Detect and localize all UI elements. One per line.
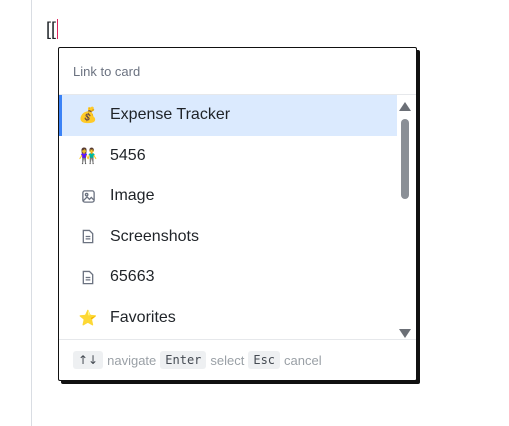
- list-item-5456[interactable]: 👫 5456: [59, 136, 397, 177]
- list-item-image[interactable]: Image: [59, 176, 397, 217]
- list-item-label: 5456: [110, 146, 146, 164]
- document-icon: [79, 228, 97, 246]
- link-to-card-popup: Link to card 💰 Expense Tracker 👫 5456 Im…: [58, 47, 417, 381]
- list-item-65663[interactable]: 65663: [59, 257, 397, 298]
- cancel-label: cancel: [284, 352, 322, 368]
- enter-key-hint: Enter: [160, 351, 207, 369]
- list-item-label: Image: [110, 187, 155, 205]
- star-icon: ⭐: [78, 309, 98, 327]
- people-icon: 👫: [78, 147, 98, 165]
- list-item-label: Expense Tracker: [110, 106, 231, 124]
- navigate-key-hint: ↑↓: [73, 351, 104, 369]
- popup-header: Link to card: [59, 48, 416, 95]
- document-icon: [79, 268, 97, 286]
- image-icon: [79, 187, 97, 205]
- card-list[interactable]: 💰 Expense Tracker 👫 5456 Image Screensho…: [59, 95, 397, 341]
- list-item-expense-tracker[interactable]: 💰 Expense Tracker: [59, 95, 397, 136]
- editor-gutter-line: [31, 0, 32, 426]
- list-scrollbar[interactable]: [398, 100, 412, 340]
- esc-key-hint: Esc: [248, 351, 281, 369]
- list-item-screenshots[interactable]: Screenshots: [59, 217, 397, 258]
- navigate-label: navigate: [107, 352, 157, 368]
- scrollbar-thumb[interactable]: [401, 119, 409, 199]
- select-label: select: [210, 352, 245, 368]
- scroll-down-arrow-icon[interactable]: [399, 329, 411, 338]
- list-item-label: 65663: [110, 268, 155, 286]
- editor-line[interactable]: [[: [46, 18, 59, 40]
- list-item-label: Screenshots: [110, 227, 199, 245]
- keyboard-hints-footer: ↑↓ navigate Enter select Esc cancel: [59, 339, 416, 380]
- scroll-up-arrow-icon[interactable]: [399, 102, 411, 111]
- list-item-favorites[interactable]: ⭐ Favorites: [59, 298, 397, 339]
- popup-title: Link to card: [73, 63, 141, 79]
- editor-text: [[: [46, 18, 57, 39]
- list-item-label: Favorites: [110, 308, 176, 326]
- text-caret: [57, 19, 59, 39]
- money-bag-icon: 💰: [78, 107, 98, 125]
